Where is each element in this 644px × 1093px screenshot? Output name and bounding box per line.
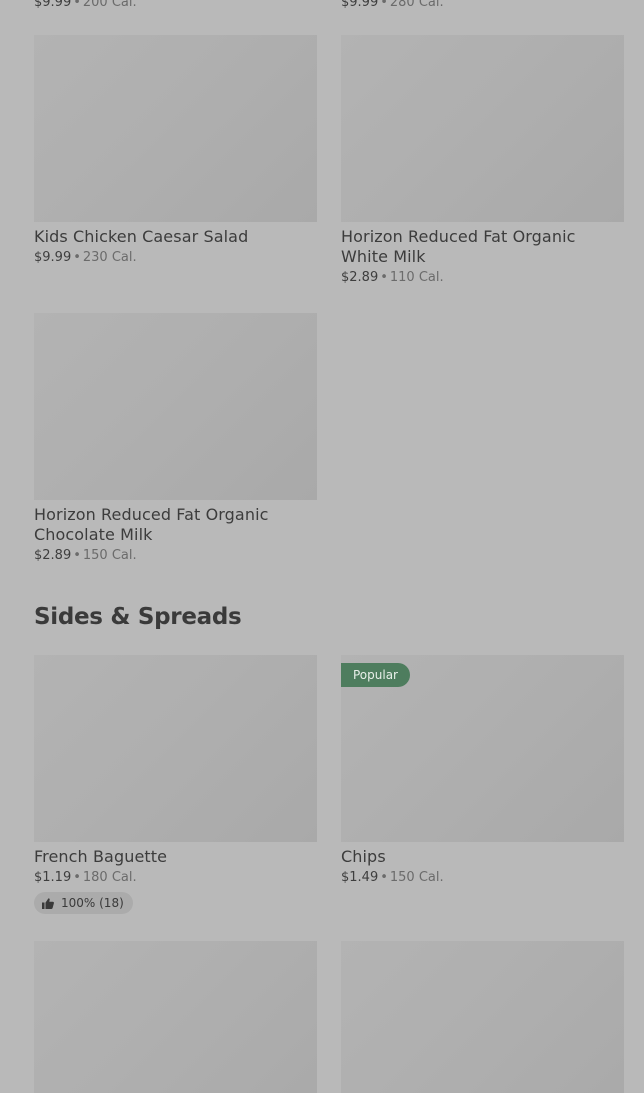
separator-dot: • bbox=[380, 0, 388, 10]
menu-page: $9.99 • 200 Cal. $9.99 • 280 Cal. Kids Chick… bbox=[0, 0, 644, 1093]
item-meta: $1.49 • 150 Cal. bbox=[341, 869, 624, 887]
rating-badge: 100% (18) bbox=[34, 892, 133, 914]
menu-item-card[interactable]: Kids Chicken Caesar Salad $9.99 • 230 Cal. bbox=[34, 35, 317, 287]
item-meta: $9.99 • 280 Cal. bbox=[341, 0, 624, 12]
item-calories: 280 Cal. bbox=[389, 0, 444, 10]
menu-item-card[interactable]: Popular Chips $1.49 • 150 Cal. bbox=[341, 655, 624, 914]
item-price: $1.19 bbox=[34, 870, 72, 885]
separator-dot: • bbox=[380, 870, 388, 885]
item-image bbox=[34, 655, 317, 842]
item-price: $2.89 bbox=[341, 270, 379, 285]
item-image bbox=[34, 941, 317, 1093]
menu-grid-row: French Baguette $1.19 • 180 Cal. 100% (18)… bbox=[34, 655, 624, 914]
item-name: Kids Chicken Caesar Salad bbox=[34, 227, 249, 246]
menu-item-card[interactable]: French Baguette $1.19 • 180 Cal. 100% (18) bbox=[34, 655, 317, 914]
separator-dot: • bbox=[73, 548, 81, 563]
item-calories: 200 Cal. bbox=[82, 0, 137, 10]
menu-item-card[interactable] bbox=[341, 941, 624, 1093]
item-name: Chips bbox=[341, 847, 386, 866]
separator-dot: • bbox=[73, 870, 81, 885]
menu-item-card[interactable]: Horizon Reduced Fat Organic Chocolate Mi… bbox=[34, 313, 317, 565]
item-calories: 230 Cal. bbox=[82, 250, 137, 265]
menu-grid-row: Horizon Reduced Fat Organic Chocolate Mi… bbox=[34, 313, 624, 565]
item-calories: 150 Cal. bbox=[82, 548, 137, 563]
item-price: $9.99 bbox=[34, 250, 72, 265]
item-name: Horizon Reduced Fat Organic White Milk bbox=[341, 227, 576, 266]
item-price: $2.89 bbox=[34, 548, 72, 563]
item-name: Horizon Reduced Fat Organic Chocolate Mi… bbox=[34, 505, 269, 544]
item-price: $9.99 bbox=[34, 0, 72, 10]
item-price: $9.99 bbox=[341, 0, 379, 10]
item-image: Popular bbox=[341, 655, 624, 842]
item-meta: $2.89 • 150 Cal. bbox=[34, 547, 317, 565]
item-image bbox=[34, 313, 317, 500]
item-name: French Baguette bbox=[34, 847, 168, 866]
item-meta: $9.99 • 230 Cal. bbox=[34, 249, 317, 267]
thumbs-up-icon bbox=[42, 897, 54, 909]
separator-dot: • bbox=[73, 0, 81, 10]
item-price: $1.49 bbox=[341, 870, 379, 885]
item-image bbox=[34, 35, 317, 222]
separator-dot: • bbox=[73, 250, 81, 265]
separator-dot: • bbox=[380, 270, 388, 285]
item-meta: $1.19 • 180 Cal. bbox=[34, 869, 317, 887]
menu-item-card[interactable] bbox=[34, 941, 317, 1093]
section-title: Sides & Spreads bbox=[34, 604, 242, 630]
menu-item-card[interactable]: Horizon Reduced Fat Organic White Milk $… bbox=[341, 35, 624, 287]
item-calories: 110 Cal. bbox=[389, 270, 444, 285]
item-calories: 150 Cal. bbox=[389, 870, 444, 885]
menu-grid-row bbox=[34, 941, 624, 1093]
item-meta: $9.99 • 200 Cal. bbox=[34, 0, 317, 12]
menu-grid-row: Kids Chicken Caesar Salad $9.99 • 230 Cal.… bbox=[34, 35, 624, 287]
popular-badge: Popular bbox=[341, 663, 410, 687]
rating-text: 100% (18) bbox=[61, 896, 124, 910]
item-image bbox=[341, 941, 624, 1093]
item-calories: 180 Cal. bbox=[82, 870, 137, 885]
partial-row: $9.99 • 200 Cal. $9.99 • 280 Cal. bbox=[34, 0, 624, 12]
item-image bbox=[341, 35, 624, 222]
item-meta: $2.89 • 110 Cal. bbox=[341, 269, 624, 287]
